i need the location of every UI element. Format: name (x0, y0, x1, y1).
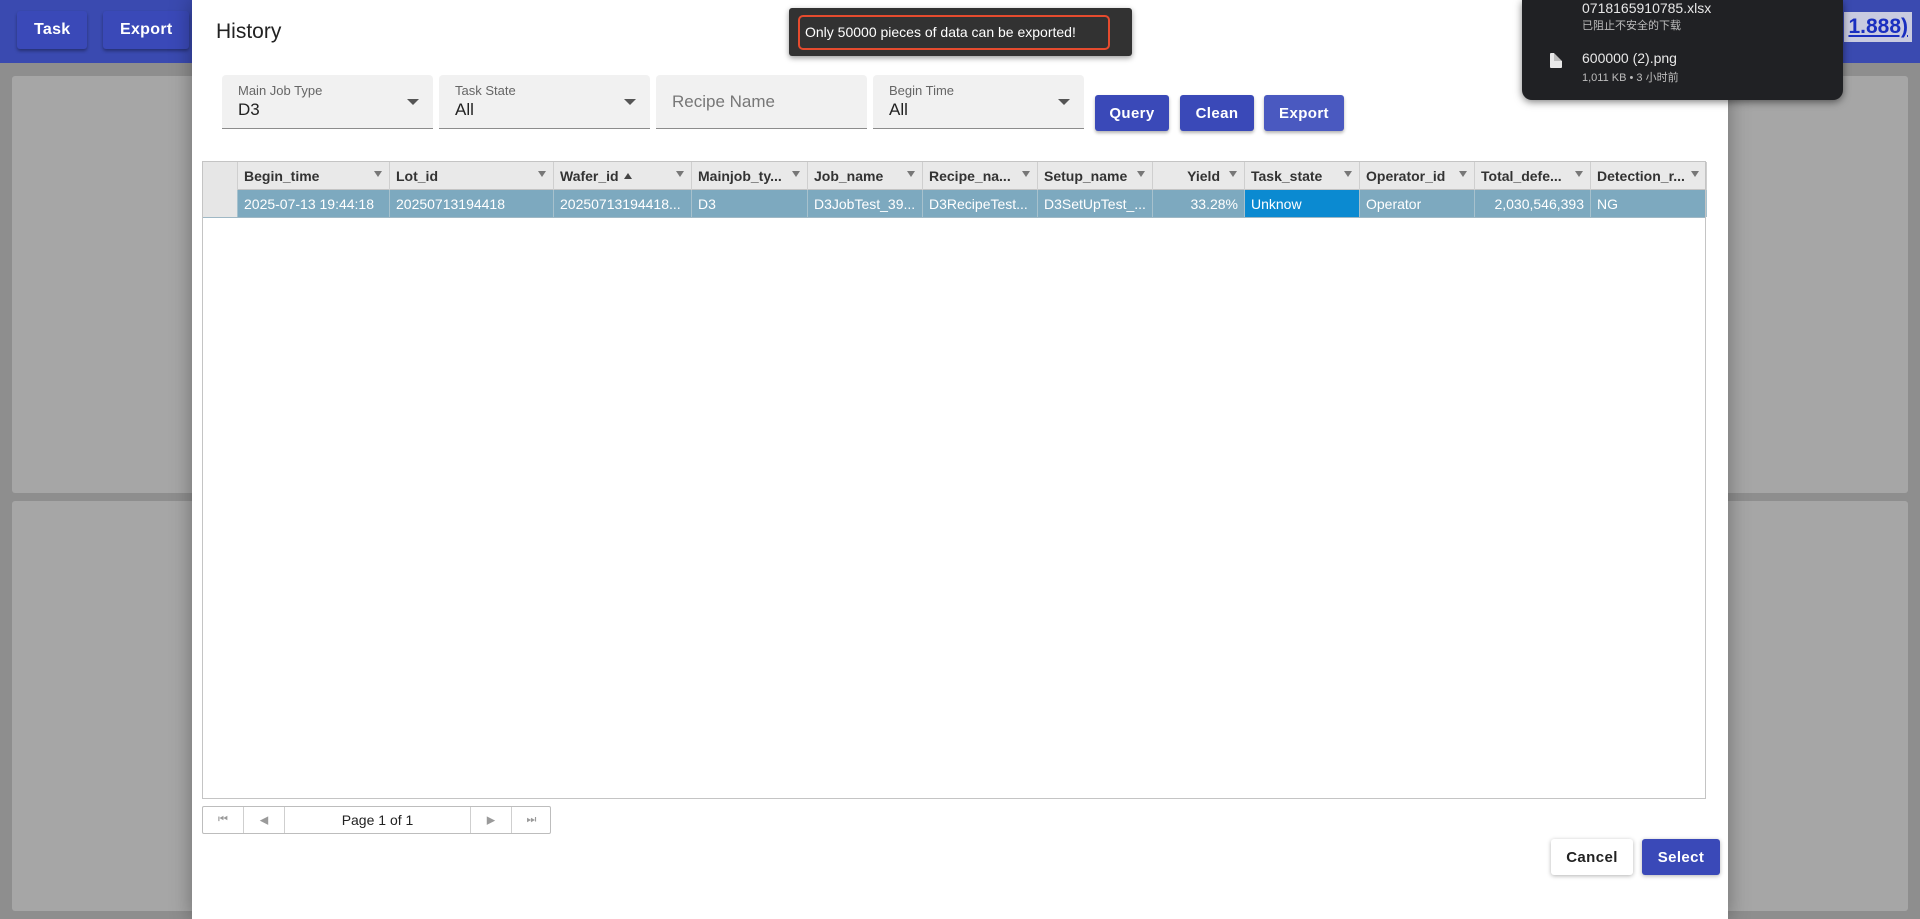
column-setup-name[interactable]: Setup_name (1038, 162, 1153, 190)
cell-lot-id[interactable]: 20250713194418 (390, 190, 554, 217)
downloads-popup: 0718165910785.xlsx 已阻止不安全的下载 600000 (2).… (1522, 0, 1843, 100)
grid-header: Begin_time Lot_id Wafer_id Mainjob_ty...… (203, 162, 1707, 190)
column-recipe-name[interactable]: Recipe_na... (923, 162, 1038, 190)
last-page-button[interactable]: ⏭ (512, 807, 551, 833)
filter-icon[interactable] (792, 171, 800, 177)
filter-icon[interactable] (1691, 171, 1699, 177)
pager: ⏮ ◀ Page 1 of 1 ▶ ⏭ (202, 806, 551, 834)
filter-icon[interactable] (1344, 171, 1352, 177)
download-item-name[interactable]: 600000 (2).png (1582, 50, 1677, 66)
select-button[interactable]: Select (1642, 839, 1720, 875)
filter-icon[interactable] (1459, 171, 1467, 177)
chevron-down-icon (407, 99, 419, 105)
first-page-button[interactable]: ⏮ (203, 807, 244, 833)
row-header-column (203, 162, 238, 190)
prev-page-button[interactable]: ◀ (244, 807, 285, 833)
cell-yield[interactable]: 33.28% (1153, 190, 1245, 217)
filter-icon[interactable] (1229, 171, 1237, 177)
column-yield[interactable]: Yield (1153, 162, 1245, 190)
cell-wafer-id[interactable]: 20250713194418... (554, 190, 692, 217)
column-mainjob-type[interactable]: Mainjob_ty... (692, 162, 808, 190)
chevron-down-icon (1058, 99, 1070, 105)
history-dialog: History Main Job Type D3 Task State All … (192, 0, 1728, 919)
column-begin-time[interactable]: Begin_time (238, 162, 390, 190)
column-detection-result[interactable]: Detection_r... (1591, 162, 1707, 190)
column-job-name[interactable]: Job_name (808, 162, 923, 190)
begin-time-label: Begin Time (889, 83, 955, 98)
task-state-value: All (455, 100, 474, 119)
export-button[interactable]: Export (1264, 95, 1344, 131)
next-page-icon: ▶ (486, 814, 496, 827)
cell-recipe-name[interactable]: D3RecipeTest... (923, 190, 1038, 217)
toast-message: Only 50000 pieces of data can be exporte… (805, 24, 1076, 40)
cell-operator-id[interactable]: Operator (1360, 190, 1475, 217)
clean-button[interactable]: Clean (1180, 95, 1254, 131)
toast-message-box: Only 50000 pieces of data can be exporte… (798, 15, 1110, 50)
cell-detection-result[interactable]: NG (1591, 190, 1707, 217)
cancel-button[interactable]: Cancel (1551, 839, 1633, 875)
main-job-type-label: Main Job Type (238, 83, 323, 98)
cell-mainjob-type[interactable]: D3 (692, 190, 808, 217)
main-job-type-value: D3 (238, 100, 260, 119)
recipe-name-input[interactable]: Recipe Name (656, 75, 867, 129)
app-link[interactable]: 1.888) (1844, 12, 1912, 42)
row-header-cell[interactable] (203, 190, 238, 217)
filter-icon[interactable] (374, 171, 382, 177)
prev-page-icon: ◀ (259, 814, 269, 827)
dialog-title: History (216, 20, 282, 43)
filter-icon[interactable] (538, 171, 546, 177)
chevron-down-icon (624, 99, 636, 105)
file-icon (1550, 53, 1562, 68)
column-operator-id[interactable]: Operator_id (1360, 162, 1475, 190)
filter-icon[interactable] (907, 171, 915, 177)
export-limit-toast: Only 50000 pieces of data can be exporte… (789, 8, 1132, 56)
next-page-button[interactable]: ▶ (471, 807, 512, 833)
begin-time-value: All (889, 100, 908, 119)
recipe-name-placeholder: Recipe Name (672, 92, 775, 111)
table-row[interactable]: 2025-07-13 19:44:18 20250713194418 20250… (203, 190, 1707, 218)
main-job-type-select[interactable]: Main Job Type D3 (222, 75, 433, 129)
task-state-label: Task State (455, 83, 516, 98)
app-task-button[interactable]: Task (17, 11, 88, 49)
filter-icon[interactable] (676, 171, 684, 177)
column-lot-id[interactable]: Lot_id (390, 162, 554, 190)
last-page-icon: ⏭ (526, 813, 537, 826)
cell-begin-time[interactable]: 2025-07-13 19:44:18 (238, 190, 390, 217)
download-item-status: 1,011 KB • 3 小时前 (1582, 72, 1679, 84)
download-item-name[interactable]: 0718165910785.xlsx (1582, 0, 1711, 16)
task-state-select[interactable]: Task State All (439, 75, 650, 129)
cell-job-name[interactable]: D3JobTest_39... (808, 190, 923, 217)
cell-total-defects[interactable]: 2,030,546,393 (1475, 190, 1591, 217)
download-item-status: 已阻止不安全的下载 (1582, 20, 1681, 32)
app-export-button[interactable]: Export (103, 11, 190, 49)
history-grid: Begin_time Lot_id Wafer_id Mainjob_ty...… (202, 161, 1707, 799)
page-indicator: Page 1 of 1 (285, 807, 471, 833)
begin-time-select[interactable]: Begin Time All (873, 75, 1084, 129)
filter-icon[interactable] (1137, 171, 1145, 177)
column-wafer-id[interactable]: Wafer_id (554, 162, 692, 190)
filter-icon[interactable] (1022, 171, 1030, 177)
sort-ascending-icon (623, 173, 632, 179)
cell-task-state[interactable]: Unknow (1245, 190, 1360, 217)
column-task-state[interactable]: Task_state (1245, 162, 1360, 190)
first-page-icon: ⏮ (218, 813, 228, 826)
filter-icon[interactable] (1575, 171, 1583, 177)
cell-setup-name[interactable]: D3SetUpTest_... (1038, 190, 1153, 217)
column-total-defects[interactable]: Total_defe... (1475, 162, 1591, 190)
query-button[interactable]: Query (1095, 95, 1169, 131)
